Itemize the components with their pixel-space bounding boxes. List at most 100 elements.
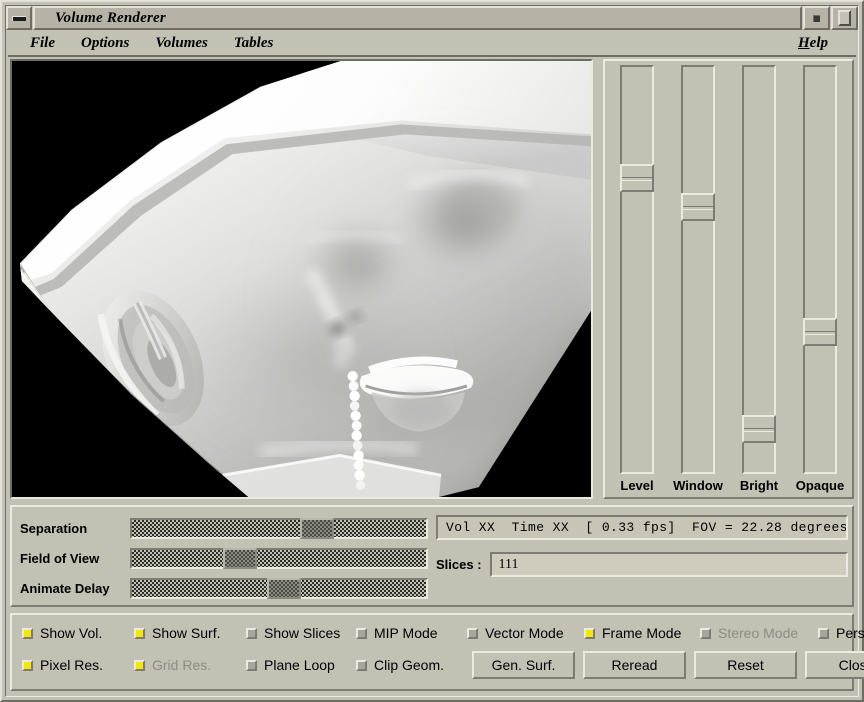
slider-track-window[interactable] xyxy=(681,65,715,474)
status-text: Vol XX Time XX [ 0.33 fps] FOV = 22.28 d… xyxy=(446,520,848,535)
toggle-plane-loop[interactable]: Plane Loop xyxy=(246,657,356,673)
toggle-label-stereo-mode: Stereo Mode xyxy=(718,625,799,641)
reread-button-label: Reread xyxy=(611,657,658,673)
toggle-label-persp-mode: Persp. Mode xyxy=(836,625,864,641)
menu-file[interactable]: File xyxy=(20,33,65,54)
checkbox-icon-mip-mode xyxy=(356,627,367,639)
toggle-label-vector-mode: Vector Mode xyxy=(485,625,564,641)
toggle-show-surf[interactable]: Show Surf. xyxy=(134,625,246,641)
hslider-label-animate-delay: Animate Delay xyxy=(20,580,110,596)
slider-cell-window: Window xyxy=(670,65,726,493)
toggle-show-slices[interactable]: Show Slices xyxy=(246,625,356,641)
checkbox-icon-grid-res xyxy=(134,659,145,671)
close-button-label: Close xyxy=(838,657,864,673)
slider-thumb-opaque[interactable] xyxy=(803,318,837,347)
window-title: Volume Renderer xyxy=(55,9,166,26)
menu-bar: File Options Volumes Tables Help xyxy=(8,31,856,55)
hslider-row-animate-delay: Animate Delay xyxy=(20,575,428,601)
checkbox-icon-show-surf xyxy=(134,627,145,639)
title-bar: Volume Renderer xyxy=(6,6,858,30)
menu-help-rest: elp xyxy=(809,34,828,51)
window-title-area[interactable]: Volume Renderer xyxy=(33,6,802,30)
gen-surf-button[interactable]: Gen. Surf. xyxy=(472,651,575,679)
checkbox-icon-show-slices xyxy=(246,627,257,639)
slider-track-bright[interactable] xyxy=(742,65,776,474)
hslider-thumb-animate-delay[interactable] xyxy=(267,577,302,599)
toggle-pixel-res[interactable]: Pixel Res. xyxy=(22,657,134,673)
reread-button[interactable]: Reread xyxy=(583,651,686,679)
hslider-thumb-field-of-view[interactable] xyxy=(223,547,258,569)
menu-help-mnemonic: H xyxy=(798,34,810,51)
horizontal-slider-group: Separation Field of View Animate Delay xyxy=(20,515,428,605)
slider-thumb-level[interactable] xyxy=(620,164,654,193)
toggle-label-plane-loop: Plane Loop xyxy=(264,657,335,673)
menu-volumes[interactable]: Volumes xyxy=(145,33,218,54)
slider-cell-bright: Bright xyxy=(731,65,787,493)
maximize-button[interactable] xyxy=(831,6,858,30)
toggle-show-vol[interactable]: Show Vol. xyxy=(22,625,134,641)
toggle-label-show-surf: Show Surf. xyxy=(152,625,221,641)
slider-cell-level: Level xyxy=(609,65,665,493)
hslider-thumb-separation[interactable] xyxy=(299,517,334,539)
menu-options[interactable]: Options xyxy=(71,33,139,54)
toggle-label-show-vol: Show Vol. xyxy=(40,625,103,641)
slider-thumb-bright[interactable] xyxy=(742,415,776,444)
info-group: Vol XX Time XX [ 0.33 fps] FOV = 22.28 d… xyxy=(436,515,848,577)
slider-label-window: Window xyxy=(673,478,723,493)
menu-tables[interactable]: Tables xyxy=(224,33,283,54)
toggle-clip-geom[interactable]: Clip Geom. xyxy=(356,657,467,673)
hslider-row-separation: Separation xyxy=(20,515,428,541)
checkbox-icon-clip-geom xyxy=(356,659,367,671)
toggle-vector-mode[interactable]: Vector Mode xyxy=(467,625,584,641)
render-view-frame xyxy=(10,59,593,499)
checkbox-icon-persp-mode xyxy=(818,627,829,639)
toggle-mip-mode[interactable]: MIP Mode xyxy=(356,625,467,641)
slices-value: 111 xyxy=(498,556,519,572)
slices-input[interactable]: 111 xyxy=(489,552,848,577)
hslider-track-field-of-view[interactable] xyxy=(130,547,428,569)
toggle-label-pixel-res: Pixel Res. xyxy=(40,657,104,673)
toggle-persp-mode[interactable]: Persp. Mode xyxy=(818,625,864,641)
slider-cell-opaque: Opaque xyxy=(792,65,848,493)
gen-surf-button-label: Gen. Surf. xyxy=(491,657,556,673)
toggle-grid-res: Grid Res. xyxy=(134,657,246,673)
hslider-label-separation: Separation xyxy=(20,520,88,536)
checkbox-icon-frame-mode xyxy=(584,627,595,639)
hslider-track-animate-delay[interactable] xyxy=(130,577,428,599)
restore-icon xyxy=(813,14,820,22)
toggle-label-mip-mode: MIP Mode xyxy=(374,625,438,641)
toggle-label-clip-geom: Clip Geom. xyxy=(374,657,445,673)
maximize-icon xyxy=(838,10,851,26)
vertical-slider-row: Level Window Bright Opaque xyxy=(609,65,848,493)
toggle-stereo-mode: Stereo Mode xyxy=(700,625,818,641)
reset-button[interactable]: Reset xyxy=(694,651,797,679)
controls-panel: Show Vol. Show Surf. Show Slices MIP Mod… xyxy=(10,613,864,691)
toggle-label-frame-mode: Frame Mode xyxy=(602,625,682,641)
toggle-frame-mode[interactable]: Frame Mode xyxy=(584,625,700,641)
volume-render-canvas[interactable] xyxy=(12,61,591,497)
vertical-slider-panel: Level Window Bright Opaque xyxy=(603,59,854,499)
status-field: Vol XX Time XX [ 0.33 fps] FOV = 22.28 d… xyxy=(436,515,848,540)
slider-thumb-window[interactable] xyxy=(681,192,715,221)
menu-help[interactable]: Help xyxy=(788,33,838,54)
volume-renderer-window: Volume Renderer File Options Volumes Tab… xyxy=(0,0,864,702)
minimize-icon xyxy=(12,15,26,21)
minimize-button[interactable] xyxy=(6,6,32,30)
close-button[interactable]: Close xyxy=(805,651,864,679)
slider-track-opaque[interactable] xyxy=(803,65,837,474)
checkbox-icon-show-vol xyxy=(22,627,33,639)
toggle-row-2: Pixel Res. Grid Res. Plane Loop Clip Geo… xyxy=(22,651,864,679)
slider-track-level[interactable] xyxy=(620,65,654,474)
hslider-track-separation[interactable] xyxy=(130,517,428,539)
slices-row: Slices : 111 xyxy=(436,552,848,577)
slider-label-level: Level xyxy=(620,478,654,493)
toggle-label-grid-res: Grid Res. xyxy=(152,657,212,673)
toggle-label-show-slices: Show Slices xyxy=(264,625,341,641)
checkbox-icon-plane-loop xyxy=(246,659,257,671)
main-content: Level Window Bright Opaque Separation Fi… xyxy=(8,57,864,694)
hslider-label-field-of-view: Field of View xyxy=(20,550,100,566)
restore-button[interactable] xyxy=(803,6,830,30)
checkbox-icon-pixel-res xyxy=(22,659,33,671)
parameter-panel: Separation Field of View Animate Delay V… xyxy=(10,505,854,607)
hslider-row-field-of-view: Field of View xyxy=(20,545,428,571)
